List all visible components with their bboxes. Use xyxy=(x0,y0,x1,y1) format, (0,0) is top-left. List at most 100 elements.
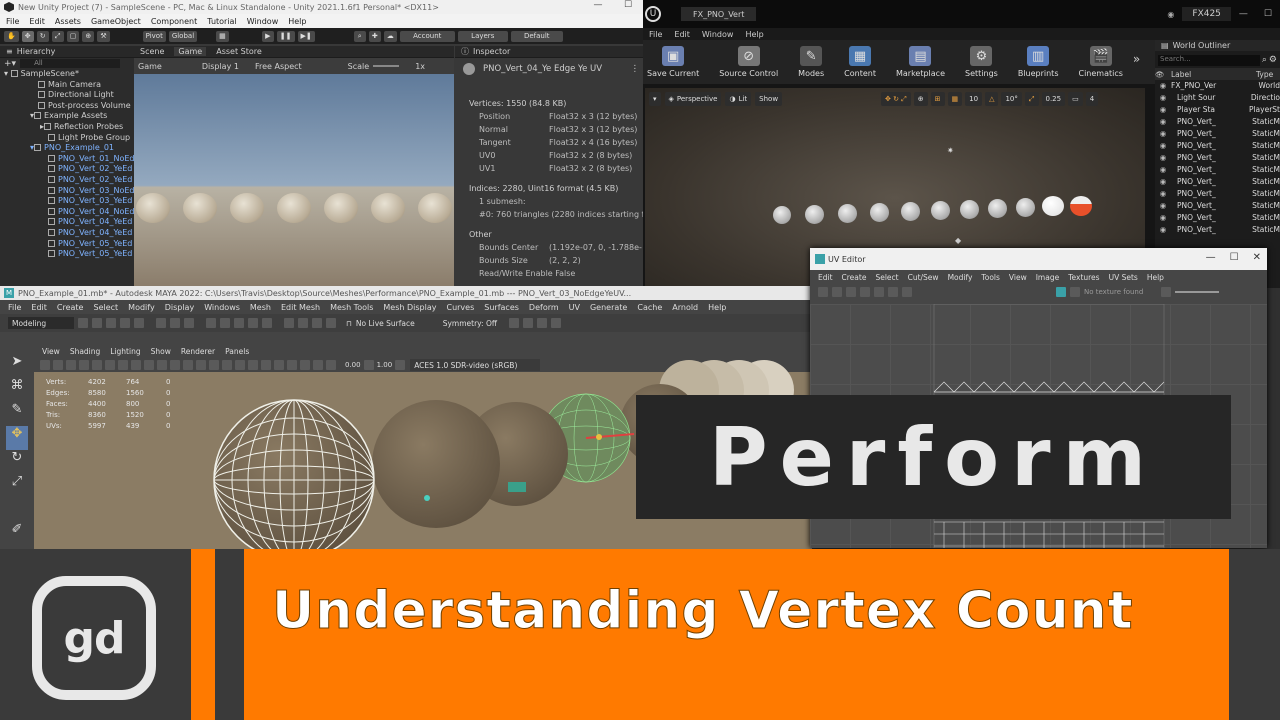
undo-icon[interactable] xyxy=(120,318,130,328)
display-dropdown[interactable]: Display 1 xyxy=(202,62,239,71)
hierarchy-item[interactable]: Post-process Volume xyxy=(4,101,134,112)
save-scene-icon[interactable] xyxy=(106,318,116,328)
maya-menu-select[interactable]: Select xyxy=(93,303,118,312)
tab-asset-store[interactable]: Asset Store xyxy=(216,47,262,56)
blueprints-button[interactable]: ▥ Blueprints xyxy=(1008,46,1069,78)
pivot-toggle[interactable]: Pivot xyxy=(142,30,166,42)
attribute-editor-icon[interactable] xyxy=(537,318,548,328)
search-icon[interactable]: ⌕ xyxy=(1262,55,1267,65)
uv-grid-icon[interactable] xyxy=(818,287,828,297)
maya-menu-help[interactable]: Help xyxy=(708,303,726,312)
uv-border-icon[interactable] xyxy=(874,287,884,297)
type-column[interactable]: Type xyxy=(1256,70,1280,79)
select-hierarchy-icon[interactable] xyxy=(156,318,166,328)
outliner-row[interactable]: ◉ PNO_Vert_ StaticM xyxy=(1155,140,1280,152)
toolkit-icon[interactable] xyxy=(523,318,534,328)
unreal-menu-file[interactable]: File xyxy=(649,30,662,39)
uv-menu-modify[interactable]: Modify xyxy=(948,273,973,282)
save-current-button[interactable]: ▣ Save Current xyxy=(643,46,709,78)
select-object-icon[interactable] xyxy=(170,318,180,328)
hierarchy-item[interactable]: ▸ Reflection Probes xyxy=(4,122,134,133)
maya-menu-uv[interactable]: UV xyxy=(569,303,580,312)
eye-icon[interactable]: ◉ xyxy=(1155,212,1171,224)
new-scene-icon[interactable] xyxy=(78,318,88,328)
maya-menu-mesh[interactable]: Mesh xyxy=(250,303,271,312)
transform-tool-icon[interactable]: ⊕ xyxy=(82,30,95,42)
outliner-row[interactable]: ◉ Light Sour Directio xyxy=(1155,92,1280,104)
rect-tool-icon[interactable]: ▢ xyxy=(66,30,80,42)
lasso-tool-icon[interactable]: ⌘ xyxy=(0,378,34,402)
cinematics-button[interactable]: 🎬 Cinematics xyxy=(1068,46,1132,78)
layers-dropdown[interactable]: Layers xyxy=(457,30,508,42)
uv-menu-image[interactable]: Image xyxy=(1036,273,1060,282)
step-button[interactable]: ▶❚ xyxy=(297,30,315,42)
hierarchy-item[interactable]: PNO_Vert_03_NoEd xyxy=(4,186,134,197)
unity-menu-assets[interactable]: Assets xyxy=(55,17,81,26)
sculpt-icon[interactable] xyxy=(509,318,520,328)
snap-surface-icon[interactable] xyxy=(262,318,272,328)
collab-icon[interactable]: ✚ xyxy=(368,30,381,42)
transform-tools-icon[interactable]: ✥ ↻ ⤢ xyxy=(881,92,911,106)
add-icon[interactable]: +▾ xyxy=(4,59,16,69)
outliner-row[interactable]: ◉ PNO_Vert_ StaticM xyxy=(1155,116,1280,128)
scale-tool-icon[interactable]: ⤢ xyxy=(51,30,64,42)
pause-button[interactable]: ❚❚ xyxy=(276,30,295,42)
exposure-icon[interactable] xyxy=(1161,287,1172,297)
outliner-row[interactable]: ◉ PNO_Vert_ StaticM xyxy=(1155,152,1280,164)
outliner-row[interactable]: ◉ FX_PNO_Ver World xyxy=(1155,80,1280,92)
snap-grid-icon[interactable] xyxy=(206,318,216,328)
maya-menu-create[interactable]: Create xyxy=(57,303,84,312)
hierarchy-item[interactable]: PNO_Vert_05_YeEd xyxy=(4,249,134,260)
eye-icon[interactable]: ◉ xyxy=(1155,104,1171,116)
cloud-icon[interactable]: ☁ xyxy=(383,30,397,42)
uv-menu-create[interactable]: Create xyxy=(842,273,867,282)
minimize-icon[interactable]: — xyxy=(583,0,613,10)
uv-checker-icon[interactable] xyxy=(832,287,842,297)
outliner-row[interactable]: ◉ PNO_Vert_ StaticM xyxy=(1155,176,1280,188)
snap-point-icon[interactable] xyxy=(234,318,244,328)
tab-game[interactable]: Game xyxy=(174,47,207,56)
maya-menu-generate[interactable]: Generate xyxy=(590,303,627,312)
eye-icon[interactable]: ◉ xyxy=(1155,188,1171,200)
outliner-row[interactable]: ◉ Player Sta PlayerSt xyxy=(1155,104,1280,116)
modes-button[interactable]: ✎ Modes xyxy=(788,46,834,78)
inspector-menu-icon[interactable]: ⋮ xyxy=(631,64,640,74)
game-mode-dropdown[interactable]: Game xyxy=(138,62,162,71)
play-button[interactable]: ▶ xyxy=(261,30,274,42)
scale-snap-value[interactable]: 0.25 xyxy=(1041,92,1066,106)
uv-shell-icon[interactable] xyxy=(860,287,870,297)
eye-icon[interactable]: ◉ xyxy=(1155,116,1171,128)
snap-view-icon[interactable] xyxy=(248,318,258,328)
minimize-icon[interactable]: — xyxy=(1231,9,1256,19)
layout-dropdown[interactable]: Default xyxy=(510,30,563,42)
hierarchy-item[interactable]: PNO_Vert_03_YeEd xyxy=(4,196,134,207)
source-control-button[interactable]: ⊘ Source Control xyxy=(709,46,788,78)
uv-menu-view[interactable]: View xyxy=(1009,273,1027,282)
uv-menu-help[interactable]: Help xyxy=(1147,273,1164,282)
rotation-snap-icon[interactable]: △ xyxy=(985,92,999,106)
camera-speed-icon[interactable]: ▭ xyxy=(1068,92,1083,106)
eye-icon[interactable]: ◉ xyxy=(1155,224,1171,236)
maya-menu-file[interactable]: File xyxy=(8,303,21,312)
outliner-row[interactable]: ◉ PNO_Vert_ StaticM xyxy=(1155,212,1280,224)
unity-menu-tutorial[interactable]: Tutorial xyxy=(207,17,236,26)
maya-menu-surfaces[interactable]: Surfaces xyxy=(484,303,519,312)
outliner-search-input[interactable]: Search... xyxy=(1158,54,1260,66)
hierarchy-item[interactable]: PNO_Vert_04_NoEd xyxy=(4,207,134,218)
scale-tool-icon[interactable]: ⤢ xyxy=(0,474,34,498)
unreal-menu-help[interactable]: Help xyxy=(745,30,763,39)
eye-icon[interactable]: ◉ xyxy=(1155,152,1171,164)
hierarchy-item[interactable]: Directional Light xyxy=(4,90,134,101)
select-component-icon[interactable] xyxy=(184,318,194,328)
hierarchy-search-input[interactable]: All xyxy=(20,59,121,68)
uv-menu-edit[interactable]: Edit xyxy=(818,273,833,282)
maya-menu-deform[interactable]: Deform xyxy=(529,303,559,312)
hierarchy-item[interactable]: Main Camera xyxy=(4,80,134,91)
last-tool-icon[interactable]: ✐ xyxy=(0,522,34,546)
uv-menu-cut-sew[interactable]: Cut/Sew xyxy=(908,273,939,282)
eye-icon[interactable]: ◉ xyxy=(1155,92,1171,104)
hierarchy-item[interactable]: PNO_Vert_05_YeEd xyxy=(4,239,134,250)
uv-distortion-icon[interactable] xyxy=(846,287,856,297)
texture-toggle-icon[interactable] xyxy=(1056,287,1066,297)
outliner-row[interactable]: ◉ PNO_Vert_ StaticM xyxy=(1155,188,1280,200)
